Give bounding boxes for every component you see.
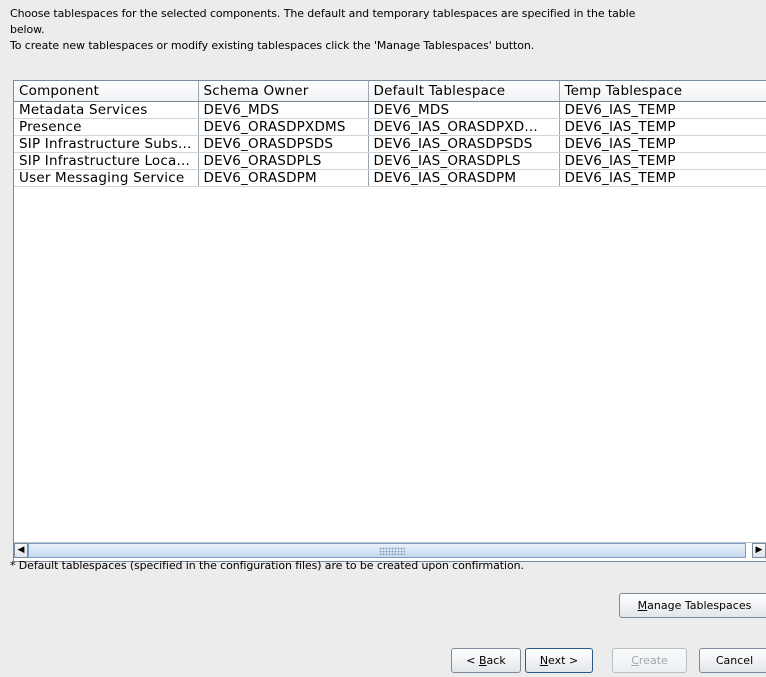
scrollbar-thumb[interactable]: [28, 543, 746, 558]
cell-temp-tablespace[interactable]: DEV6_IAS_TEMP: [559, 135, 766, 153]
button-label: reate: [638, 654, 668, 667]
instructions-line-2: below.: [10, 23, 45, 36]
cell-temp-tablespace[interactable]: DEV6_IAS_TEMP: [559, 169, 766, 187]
scroll-left-arrow-icon[interactable]: ◀: [14, 543, 28, 558]
tablespace-grid: Component Schema Owner Default Tablespac…: [14, 81, 766, 187]
button-label: anage Tablespaces: [647, 599, 752, 612]
table-row[interactable]: Metadata Services DEV6_MDS DEV6_MDS DEV6…: [14, 101, 766, 119]
cell-temp-tablespace[interactable]: DEV6_IAS_TEMP: [559, 118, 766, 136]
mnemonic: M: [637, 599, 648, 612]
cell-schema-owner: DEV6_MDS: [198, 101, 369, 119]
cell-default-tablespace[interactable]: DEV6_IAS_ORASDPM: [368, 169, 560, 187]
cell-temp-tablespace[interactable]: DEV6_IAS_TEMP: [559, 101, 766, 119]
cell-schema-owner: DEV6_ORASDPLS: [198, 152, 369, 170]
cell-temp-tablespace[interactable]: DEV6_IAS_TEMP: [559, 152, 766, 170]
cell-component: SIP Infrastructure Subs...: [14, 135, 199, 153]
horizontal-scrollbar[interactable]: ◀ ▶: [14, 542, 766, 559]
mnemonic: N: [539, 654, 549, 667]
default-tablespaces-note: * Default tablespaces (specified in the …: [10, 559, 524, 572]
button-label: ack: [486, 654, 506, 667]
table-row[interactable]: SIP Infrastructure Subs... DEV6_ORASDPSD…: [14, 135, 766, 153]
column-header-component[interactable]: Component: [14, 81, 199, 102]
column-header-schema-owner[interactable]: Schema Owner: [198, 81, 369, 102]
cell-default-tablespace[interactable]: DEV6_MDS: [368, 101, 560, 119]
column-header-default-tablespace[interactable]: Default Tablespace: [368, 81, 560, 102]
cell-default-tablespace[interactable]: DEV6_IAS_ORASDPSDS: [368, 135, 560, 153]
instructions-text: Choose tablespaces for the selected comp…: [10, 6, 762, 54]
table-row[interactable]: Presence DEV6_ORASDPXDMS DEV6_IAS_ORASDP…: [14, 118, 766, 136]
tablespace-selection-page: Choose tablespaces for the selected comp…: [0, 0, 766, 677]
cancel-button[interactable]: Cancel: [699, 648, 766, 673]
cell-component: User Messaging Service: [14, 169, 199, 187]
cell-component: Presence: [14, 118, 199, 136]
column-header-temp-tablespace[interactable]: Temp Tablespace: [559, 81, 766, 102]
scroll-right-arrow-icon[interactable]: ▶: [752, 543, 766, 558]
button-label: ext >: [548, 654, 579, 667]
instructions-line-1: Choose tablespaces for the selected comp…: [10, 7, 636, 20]
create-button[interactable]: Create: [612, 648, 687, 673]
cell-schema-owner: DEV6_ORASDPSDS: [198, 135, 369, 153]
mnemonic: B: [479, 654, 487, 667]
mnemonic: C: [631, 654, 639, 667]
cell-schema-owner: DEV6_ORASDPXDMS: [198, 118, 369, 136]
table-row[interactable]: SIP Infrastructure Loca... DEV6_ORASDPLS…: [14, 152, 766, 170]
table-row[interactable]: User Messaging Service DEV6_ORASDPM DEV6…: [14, 169, 766, 187]
back-button[interactable]: < Back: [451, 648, 521, 673]
instructions-line-3: To create new tablespaces or modify exis…: [10, 39, 535, 52]
cell-component: SIP Infrastructure Loca...: [14, 152, 199, 170]
cell-default-tablespace[interactable]: DEV6_IAS_ORASDPLS: [368, 152, 560, 170]
cell-component: Metadata Services: [14, 101, 199, 119]
table-header-row: Component Schema Owner Default Tablespac…: [14, 81, 766, 102]
next-button[interactable]: Next >: [525, 648, 593, 673]
button-prefix: <: [466, 654, 479, 667]
scrollbar-grip-icon: [379, 547, 405, 555]
cell-schema-owner: DEV6_ORASDPM: [198, 169, 369, 187]
cell-default-tablespace[interactable]: DEV6_IAS_ORASDPXD...: [368, 118, 560, 136]
manage-tablespaces-button[interactable]: Manage Tablespaces: [619, 593, 766, 618]
tablespace-table[interactable]: Component Schema Owner Default Tablespac…: [13, 80, 766, 562]
